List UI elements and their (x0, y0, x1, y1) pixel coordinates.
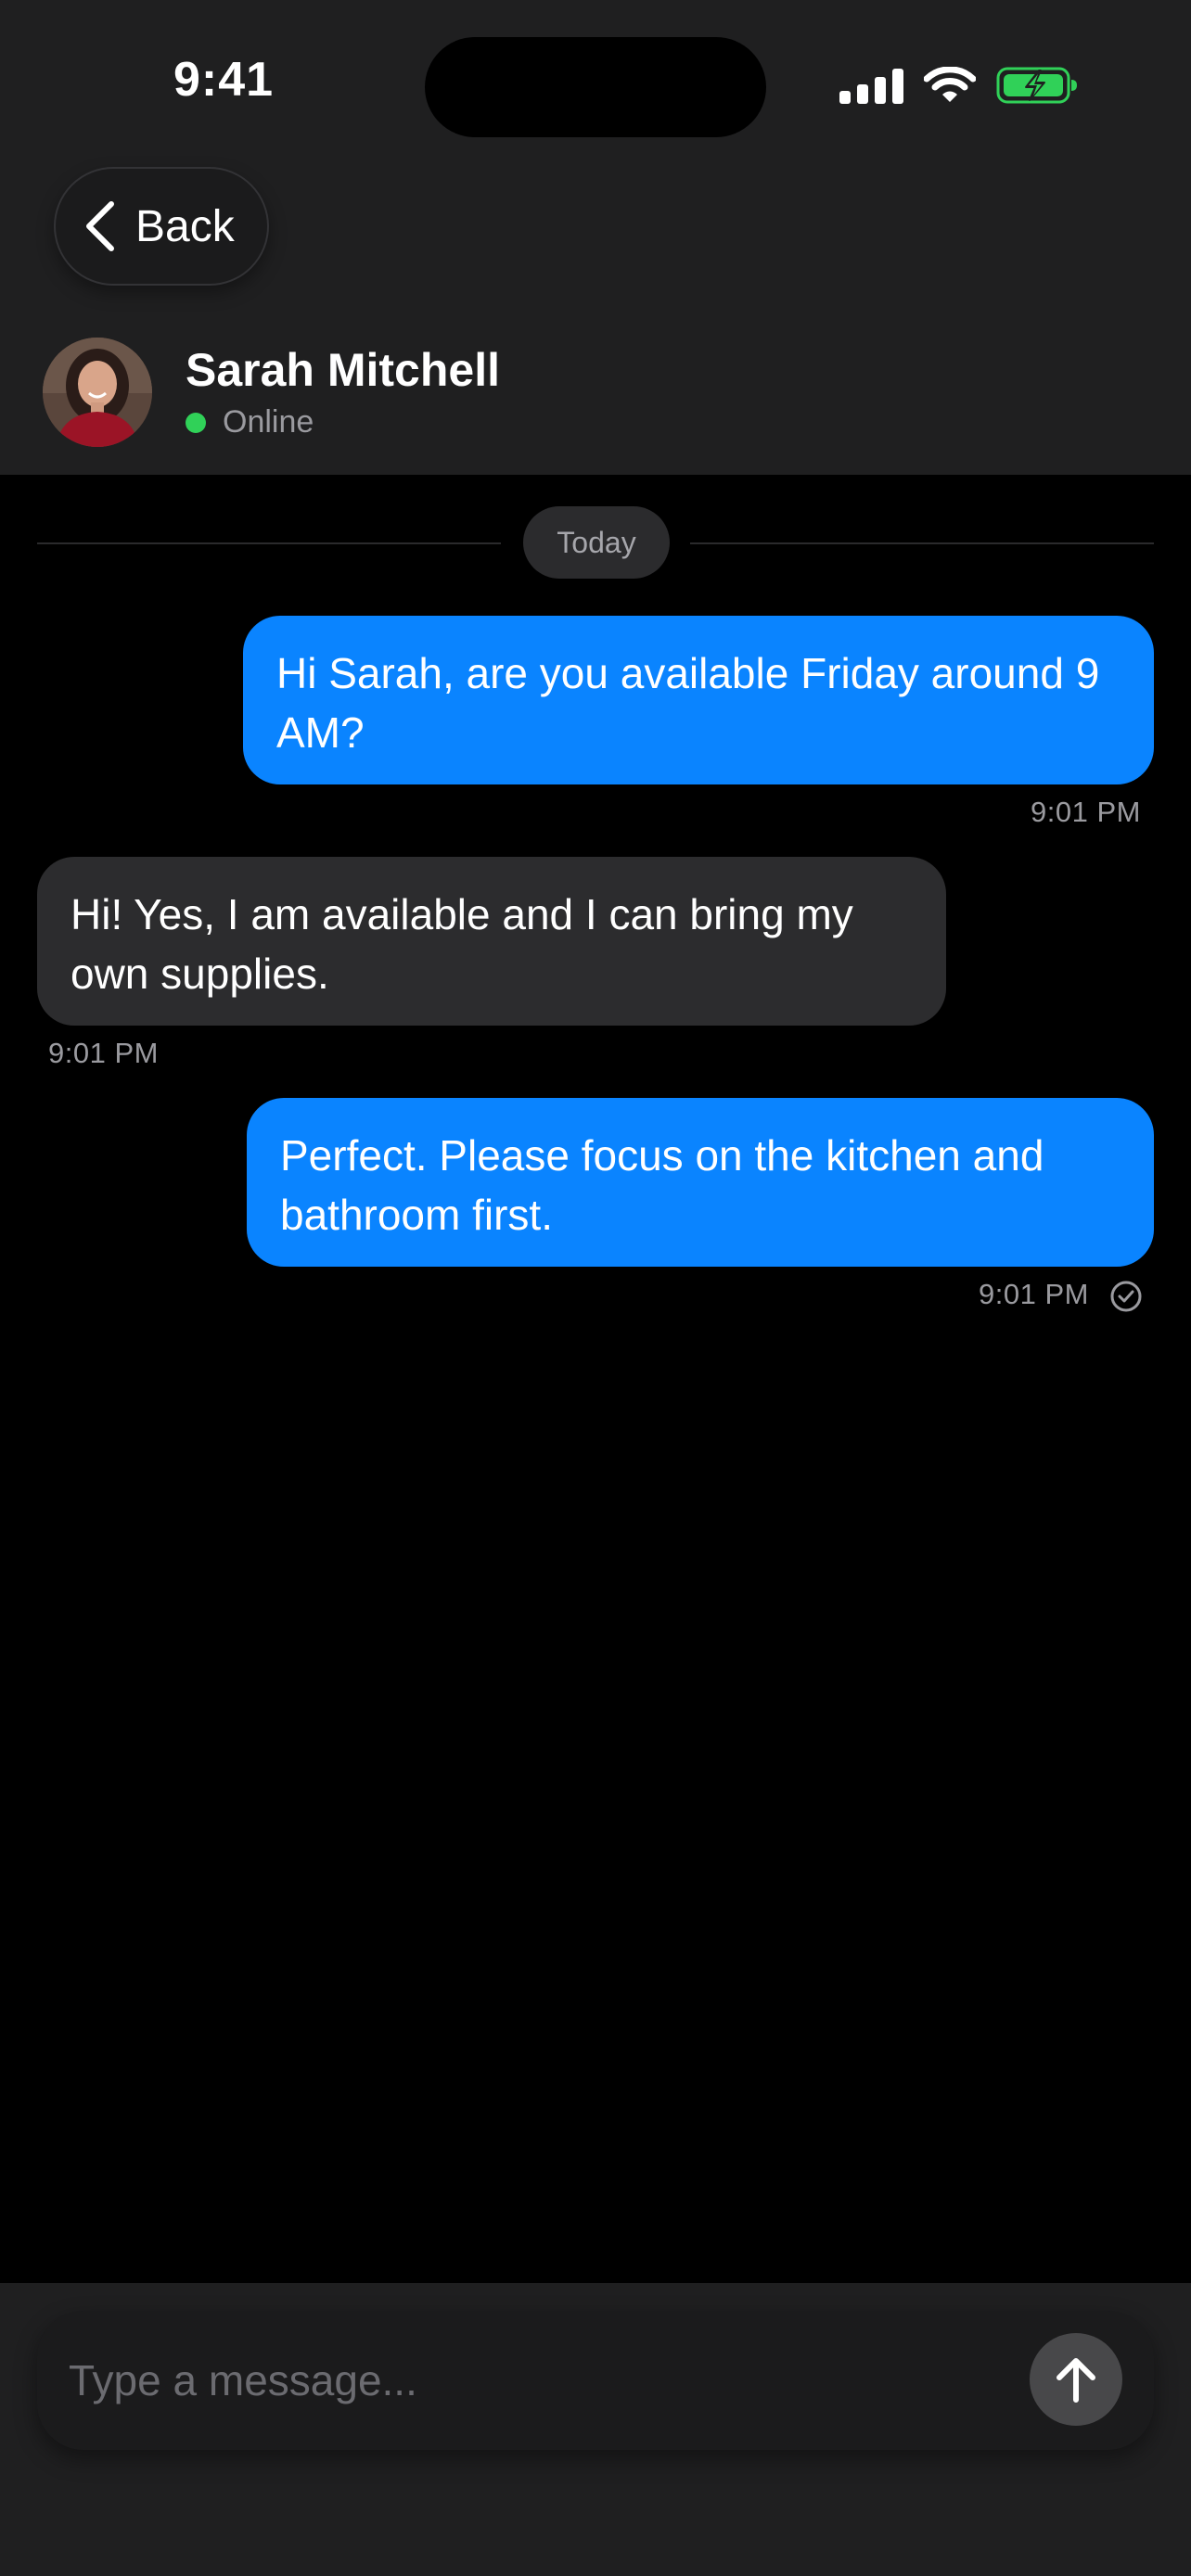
message-composer (37, 2311, 1154, 2450)
contact-avatar[interactable] (43, 338, 152, 447)
contact-name: Sarah Mitchell (186, 344, 500, 396)
outgoing-message-bubble[interactable]: Perfect. Please focus on the kitchen and… (247, 1098, 1154, 1267)
outgoing-message-bubble[interactable]: Hi Sarah, are you available Friday aroun… (243, 616, 1154, 784)
cellular-signal-icon (839, 67, 903, 104)
divider-line (37, 542, 501, 544)
status-bar-time: 9:41 (173, 53, 275, 107)
date-label: Today (523, 506, 670, 579)
message-timestamp: 9:01 PM (979, 1278, 1089, 1310)
chevron-left-icon (83, 200, 117, 252)
chat-header: 9:41 Back Sarah Mitchell Online (0, 0, 1191, 475)
message-input[interactable] (69, 2339, 996, 2422)
date-divider: Today (37, 506, 1154, 580)
arrow-up-icon (1054, 2355, 1098, 2404)
presence-label: Online (223, 404, 314, 440)
back-button[interactable]: Back (54, 167, 269, 286)
read-checkmark-icon (1109, 1280, 1143, 1313)
composer-bar (0, 2283, 1191, 2576)
presence-indicator: Online (186, 404, 314, 440)
back-button-label: Back (135, 201, 235, 251)
online-status-dot (186, 412, 206, 433)
divider-line (690, 542, 1154, 544)
dynamic-island (425, 37, 766, 137)
send-button[interactable] (1030, 2333, 1122, 2426)
incoming-message-bubble[interactable]: Hi! Yes, I am available and I can bring … (37, 857, 946, 1026)
message-timestamp: 9:01 PM (48, 1037, 159, 1069)
chat-screen: 9:41 Back Sarah Mitchell Online Today Hi… (0, 0, 1191, 2576)
wifi-icon (924, 67, 976, 104)
status-bar-icons (839, 63, 1080, 108)
battery-charging-icon (996, 65, 1080, 106)
message-timestamp: 9:01 PM (1031, 796, 1141, 828)
